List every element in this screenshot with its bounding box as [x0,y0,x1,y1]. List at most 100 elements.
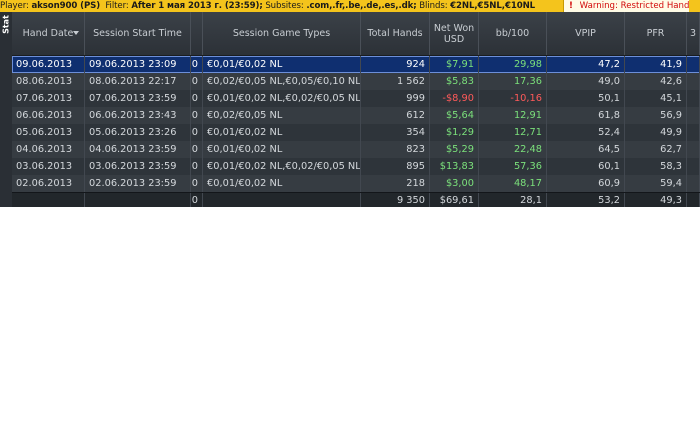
subsites-label: Subsites: [265,1,304,11]
grid-header: Hand Date Session Start Time Session Game … [12,12,700,56]
cell-c10 [687,56,700,73]
cell-c3: 0 [191,175,203,192]
cell-vpip: 52,4 [547,124,625,141]
filter-label: Filter: [105,1,129,11]
column-header-session-start[interactable]: Session Start Time [85,12,191,55]
column-header-bb100[interactable]: bb/100 [479,12,547,55]
cell-game-types: €0,01/€0,02 NL [203,56,361,73]
exclamation-icon: ! [569,1,573,11]
cell-pfr: 56,9 [625,107,687,124]
sort-descending-icon [73,31,79,35]
cell-c3: 0 [191,124,203,141]
cell-vpip: 47,2 [547,56,625,73]
cell-vpip: 50,1 [547,90,625,107]
cell-net-won: $5,64 [430,107,479,124]
cell-game-types: €0,01/€0,02 NL [203,141,361,158]
cell-net-won: -$8,90 [430,90,479,107]
cell-pfr: 42,6 [625,73,687,90]
column-header-net-won[interactable]: Net Won USD [430,12,479,55]
cell-vpip: 60,9 [547,175,625,192]
total-bb100: 28,1 [479,193,547,207]
cell-total-hands: 999 [361,90,430,107]
cell-session-start: 02.06.2013 23:59 [85,175,191,192]
sessions-grid: Hand Date Session Start Time Session Game … [12,12,700,207]
player-label: Player: [0,1,29,11]
cell-session-start: 06.06.2013 23:43 [85,107,191,124]
cell-c3: 0 [191,107,203,124]
cell-pfr: 59,4 [625,175,687,192]
cell-game-types: €0,02/€0,05 NL [203,107,361,124]
cell-pfr: 45,1 [625,90,687,107]
column-header-vpip[interactable]: VPIP [547,12,625,55]
cell-bb100: 22,48 [479,141,547,158]
cell-vpip: 64,5 [547,141,625,158]
column-header-c3[interactable] [191,12,203,55]
total-hand-date [12,193,85,207]
blinds-value: €2NL,€5NL,€10NL [450,1,536,11]
cell-pfr: 49,9 [625,124,687,141]
cell-c10 [687,107,700,124]
table-row[interactable]: 09.06.2013 09.06.2013 23:09 0 €0,01/€0,02 N… [12,56,700,73]
cell-hand-date: 07.06.2013 [12,90,85,107]
stat-tab-label: Stat [1,15,11,34]
cell-vpip: 61,8 [547,107,625,124]
cell-bb100: -10,16 [479,90,547,107]
total-c3: 0 [191,193,203,207]
cell-hand-date: 03.06.2013 [12,158,85,175]
cell-bb100: 29,98 [479,56,547,73]
cell-c10 [687,90,700,107]
cell-game-types: €0,01/€0,02 NL,€0,02/€0,05 NL [203,158,361,175]
cell-session-start: 04.06.2013 23:59 [85,141,191,158]
cell-net-won: $7,91 [430,56,479,73]
table-row[interactable]: 07.06.2013 07.06.2013 23:59 0 €0,01/€0,02 N… [12,90,700,107]
totals-row: 0 9 350 $69,61 28,1 53,2 49,3 [12,192,700,207]
column-header-c10[interactable]: 3 [687,12,700,55]
warning-text: Warning: Restricted Hand [579,1,690,11]
restricted-hands-warning[interactable]: ! Warning: Restricted Hand [563,0,690,12]
cell-session-start: 05.06.2013 23:26 [85,124,191,141]
cell-bb100: 12,71 [479,124,547,141]
cell-session-start: 09.06.2013 23:09 [85,56,191,73]
total-total-hands: 9 350 [361,193,430,207]
table-row[interactable]: 06.06.2013 06.06.2013 23:43 0 €0,02/€0,05 N… [12,107,700,124]
table-row[interactable]: 02.06.2013 02.06.2013 23:59 0 €0,01/€0,02 N… [12,175,700,192]
cell-net-won: $5,83 [430,73,479,90]
cell-session-start: 03.06.2013 23:59 [85,158,191,175]
cell-game-types: €0,01/€0,02 NL [203,124,361,141]
cell-vpip: 60,1 [547,158,625,175]
total-game-types [203,193,361,207]
cell-total-hands: 218 [361,175,430,192]
cell-total-hands: 823 [361,141,430,158]
cell-hand-date: 09.06.2013 [12,56,85,73]
cell-game-types: €0,02/€0,05 NL,€0,05/€0,10 NL [203,73,361,90]
cell-c10 [687,175,700,192]
cell-hand-date: 05.06.2013 [12,124,85,141]
column-header-pfr[interactable]: PFR [625,12,687,55]
cell-c3: 0 [191,90,203,107]
table-row[interactable]: 08.06.2013 08.06.2013 22:17 0 €0,02/€0,05 N… [12,73,700,90]
cell-total-hands: 1 562 [361,73,430,90]
subsites-value: .com,.fr,.be,.de,.es,.dk; [306,1,417,11]
cell-c3: 0 [191,73,203,90]
cell-total-hands: 924 [361,56,430,73]
cell-c10 [687,158,700,175]
total-pfr: 49,3 [625,193,687,207]
cell-c3: 0 [191,158,203,175]
cell-bb100: 12,91 [479,107,547,124]
table-row[interactable]: 05.06.2013 05.06.2013 23:26 0 €0,01/€0,02 N… [12,124,700,141]
cell-hand-date: 08.06.2013 [12,73,85,90]
table-row[interactable]: 03.06.2013 03.06.2013 23:59 0 €0,01/€0,02 N… [12,158,700,175]
cell-c3: 0 [191,56,203,73]
column-header-game-types[interactable]: Session Game Types [203,12,361,55]
column-header-total-hands[interactable]: Total Hands [361,12,430,55]
table-row[interactable]: 04.06.2013 04.06.2013 23:59 0 €0,01/€0,02 N… [12,141,700,158]
cell-c10 [687,141,700,158]
cell-vpip: 49,0 [547,73,625,90]
cell-hand-date: 02.06.2013 [12,175,85,192]
stat-side-tab[interactable]: Stat [0,12,12,207]
cell-c10 [687,124,700,141]
total-net-won: $69,61 [430,193,479,207]
filter-bar: Player: akson900 (PS) Filter: After 1 ма… [0,0,700,12]
cell-total-hands: 354 [361,124,430,141]
cell-c3: 0 [191,141,203,158]
